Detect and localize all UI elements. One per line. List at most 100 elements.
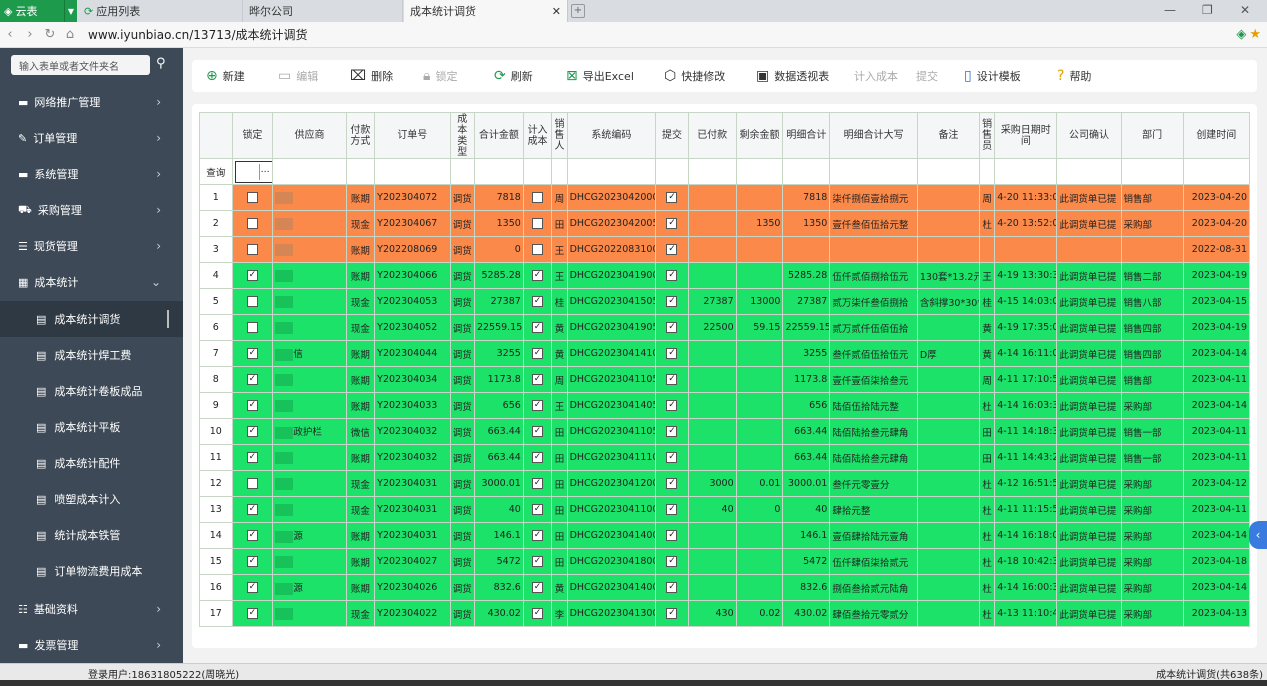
checkbox[interactable]: ✓ <box>532 322 544 333</box>
table-row[interactable]: 11 ✓ 账期 Y202304032 调货 663.44 ✓ 田 DHCG20230411101… <box>199 444 1251 471</box>
cell-calc[interactable]: ✓ <box>522 548 553 575</box>
column-header[interactable]: 系统编码 <box>566 112 657 159</box>
checkbox[interactable] <box>532 192 544 203</box>
query-lock-filter[interactable]: … <box>231 158 274 185</box>
checkbox[interactable]: ✓ <box>666 400 678 411</box>
checkbox[interactable]: ✓ <box>532 530 544 541</box>
checkbox[interactable]: ✓ <box>666 426 678 437</box>
column-header[interactable]: 成本类型 <box>449 112 475 159</box>
table-row[interactable]: 16 ✓ 源账期 Y202304026 调货 832.6 ✓ 黄 DHCG20230414001… <box>199 574 1251 601</box>
table-row[interactable]: 3 账期 Y202208069 调货 0 王 DHCG20220831001 ✓ 2022-08… <box>199 236 1251 263</box>
cell-lock[interactable]: ✓ <box>231 548 274 575</box>
checkbox[interactable]: ✓ <box>666 322 678 333</box>
sidebar-subitem-iron-pipe[interactable]: ▤ 统计成本铁管 <box>0 517 183 553</box>
checkbox[interactable]: ✓ <box>532 374 544 385</box>
column-header[interactable]: 订单号 <box>374 112 451 159</box>
checkbox[interactable]: ✓ <box>666 530 678 541</box>
help-button[interactable]: ? 帮助 <box>1057 60 1091 92</box>
cell-lock[interactable]: ✓ <box>231 600 274 627</box>
cell-submit[interactable]: ✓ <box>655 210 689 237</box>
tab-cost-transfer[interactable]: 成本统计调货 ✕ <box>404 0 568 22</box>
checkbox[interactable]: ✓ <box>666 582 678 593</box>
cell-lock[interactable] <box>231 288 274 315</box>
cell-calc[interactable]: ✓ <box>522 314 553 341</box>
checkbox[interactable]: ✓ <box>532 348 544 359</box>
restore-icon[interactable]: ❐ <box>1202 3 1213 17</box>
app-tab[interactable]: ◈ 云表 <box>0 0 64 22</box>
cell-calc[interactable]: ✓ <box>522 262 553 289</box>
column-header[interactable]: 已付款 <box>687 112 737 159</box>
cell-submit[interactable]: ✓ <box>655 262 689 289</box>
checkbox[interactable]: ✓ <box>666 452 678 463</box>
checkbox[interactable]: ✓ <box>246 504 258 515</box>
cell-submit[interactable]: ✓ <box>655 288 689 315</box>
sidebar-subitem-cost-transfer[interactable]: ▤ 成本统计调货 <box>0 301 183 337</box>
checkbox[interactable]: ✓ <box>532 582 544 593</box>
home-icon[interactable]: ⌂ <box>60 27 80 42</box>
back-icon[interactable]: ‹ <box>0 27 20 42</box>
cell-lock[interactable]: ✓ <box>231 444 274 471</box>
sidebar-item-orders[interactable]: ✎ 订单管理 › <box>0 120 183 156</box>
sidebar-item-invoice[interactable]: ▬ 发票管理 › <box>0 627 183 663</box>
column-header[interactable]: 供应商 <box>272 112 347 159</box>
column-header[interactable]: 明细合计 <box>782 112 831 159</box>
checkbox[interactable]: ✓ <box>246 426 258 437</box>
checkbox[interactable] <box>246 296 258 307</box>
checkbox[interactable]: ✓ <box>532 504 544 515</box>
table-row[interactable]: 10 ✓ 政护栏 微信 Y202304032 调货 663.44 ✓ 田 DHCG20230411… <box>199 418 1251 445</box>
column-header[interactable]: 计入成本 <box>522 112 553 159</box>
cell-submit[interactable]: ✓ <box>655 574 689 601</box>
column-header[interactable]: 公司确认 <box>1056 112 1122 159</box>
cell-submit[interactable]: ✓ <box>655 600 689 627</box>
table-row[interactable]: 8 ✓ 账期 Y202304034 调货 1173.8 ✓ 周 DHCG20230411052 ✓… <box>199 366 1251 393</box>
checkbox[interactable]: ✓ <box>666 270 678 281</box>
checkbox[interactable]: ✓ <box>246 348 258 359</box>
column-header[interactable]: 备注 <box>916 112 981 159</box>
cell-submit[interactable]: ✓ <box>655 184 689 211</box>
tab-app-list[interactable]: ⟳ 应用列表 <box>78 0 243 22</box>
checkbox[interactable] <box>246 478 258 489</box>
star-icon[interactable]: ★ <box>1249 27 1261 42</box>
column-header[interactable]: 合计金额 <box>473 112 524 159</box>
checkbox[interactable]: ✓ <box>666 556 678 567</box>
checkbox[interactable] <box>532 244 544 255</box>
column-header[interactable]: 部门 <box>1120 112 1184 159</box>
cell-lock[interactable]: ✓ <box>231 574 274 601</box>
new-tab-button[interactable]: + <box>571 4 585 18</box>
cell-submit[interactable]: ✓ <box>655 340 689 367</box>
sidebar-subitem-spray[interactable]: ▤ 喷塑成本计入 <box>0 481 183 517</box>
cell-lock[interactable]: ✓ <box>231 418 274 445</box>
table-row[interactable]: 4 ✓ 账期 Y202304066 调货 5285.28 ✓ 王 DHCG20230419001… <box>199 262 1251 289</box>
sidebar-subitem-parts[interactable]: ▤ 成本统计配件 <box>0 445 183 481</box>
column-header[interactable]: 销售人 <box>551 112 568 159</box>
checkbox[interactable]: ✓ <box>666 244 678 255</box>
app-menu-dropdown[interactable]: ▼ <box>64 0 77 22</box>
cell-lock[interactable]: ✓ <box>231 340 274 367</box>
column-header[interactable]: 明细合计大写 <box>829 112 918 159</box>
cell-submit[interactable]: ✓ <box>655 366 689 393</box>
sidebar-item-stock[interactable]: ☰ 现货管理 › <box>0 228 183 264</box>
quick-edit-button[interactable]: ⬡ 快捷修改 <box>664 60 725 92</box>
window-close-icon[interactable]: ✕ <box>1240 3 1250 17</box>
sidebar-item-basic-data[interactable]: ☷ 基础资料 › <box>0 591 183 627</box>
checkbox[interactable]: ✓ <box>666 478 678 489</box>
column-header[interactable]: 锁定 <box>231 112 274 159</box>
sidebar-subitem-plate[interactable]: ▤ 成本统计平板 <box>0 409 183 445</box>
table-row[interactable]: 1 账期 Y202304072 调货 7818 周 DHCG20230420001 ✓ 7818… <box>199 184 1251 211</box>
checkbox[interactable]: ✓ <box>246 452 258 463</box>
cell-submit[interactable]: ✓ <box>655 236 689 263</box>
export-excel-button[interactable]: ⊠ 导出Excel <box>566 60 634 92</box>
checkbox[interactable] <box>246 322 258 333</box>
column-header[interactable]: 采购日期时间 <box>994 112 1058 159</box>
checkbox[interactable]: ✓ <box>532 426 544 437</box>
column-header[interactable]: 剩余金额 <box>735 112 784 159</box>
cell-calc[interactable]: ✓ <box>522 366 553 393</box>
checkbox[interactable]: ✓ <box>246 582 258 593</box>
tab-company[interactable]: 晔尔公司 <box>243 0 403 22</box>
cell-submit[interactable]: ✓ <box>655 470 689 497</box>
column-header[interactable]: 提交 <box>655 112 689 159</box>
table-row[interactable]: 13 ✓ 现金 Y202304031 调货 40 ✓ 田 DHCG20230411001 ✓ 40 0… <box>199 496 1251 523</box>
cell-calc[interactable]: ✓ <box>522 444 553 471</box>
table-row[interactable]: 9 ✓ 账期 Y202304033 调货 656 ✓ 王 DHCG20230414051 ✓ 656… <box>199 392 1251 419</box>
sidebar-search-input[interactable]: 输入表单或者文件夹名 <box>11 55 150 75</box>
